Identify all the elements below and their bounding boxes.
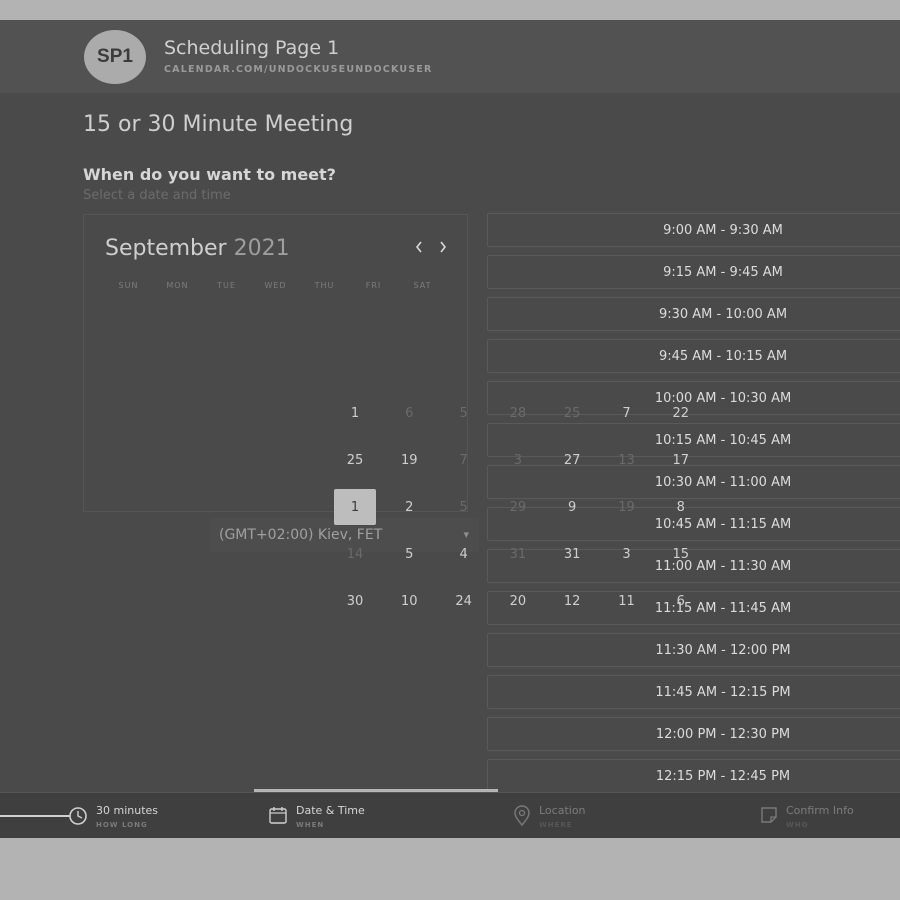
step-duration[interactable]: 30 minutes HOW LONG <box>0 793 240 838</box>
weekday-label: FRI <box>365 281 382 290</box>
calendar-day[interactable]: 12 <box>551 583 593 619</box>
time-slot-button[interactable]: 9:15 AM - 9:45 AM <box>487 255 900 289</box>
calendar-day[interactable]: 5 <box>443 395 485 431</box>
calendar-day[interactable]: 25 <box>334 442 376 478</box>
calendar-day[interactable]: 5 <box>443 489 485 525</box>
calendar-day[interactable]: 30 <box>334 583 376 619</box>
calendar-day[interactable]: 10 <box>388 583 430 619</box>
step-confirm-label: Confirm Info <box>786 804 854 817</box>
time-slot-label: 12:00 PM - 12:30 PM <box>655 727 791 742</box>
calendar-day-selected[interactable]: 1 <box>334 489 376 525</box>
calendar-day[interactable]: 3 <box>606 536 648 572</box>
step-confirm-sub: WHO <box>786 821 809 829</box>
calendar-day[interactable]: 19 <box>388 442 430 478</box>
step-duration-label: 30 minutes <box>96 804 159 817</box>
calendar-day[interactable]: 24 <box>443 583 485 619</box>
weekday-label: TUE <box>217 281 236 290</box>
time-slot-button[interactable]: 12:15 PM - 12:45 PM <box>487 759 900 793</box>
calendar-month-year: September 2021 <box>105 236 290 261</box>
weekday-label: WED <box>264 281 287 290</box>
calendar-day[interactable]: 2 <box>388 489 430 525</box>
calendar-day[interactable]: 29 <box>497 489 539 525</box>
weekday-header-row: SUN MON TUE WED THU FRI SAT <box>104 281 454 295</box>
weekday-label: SAT <box>413 281 432 290</box>
location-pin-icon <box>514 805 530 827</box>
meeting-title: 15 or 30 Minute Meeting <box>83 112 354 137</box>
step-date-time[interactable]: Date & Time WHEN <box>268 793 498 838</box>
calendar-day[interactable]: 1 <box>334 395 376 431</box>
calendar-day[interactable]: 3 <box>497 442 539 478</box>
time-slot-label: 9:30 AM - 10:00 AM <box>658 307 788 322</box>
calendar-day[interactable]: 7 <box>443 442 485 478</box>
calendar-day[interactable]: 14 <box>334 536 376 572</box>
calendar-day[interactable]: 8 <box>660 489 702 525</box>
step-confirm-info[interactable]: Confirm Info WHO <box>760 793 900 838</box>
scheduling-page-url[interactable]: CALENDAR.COM/UNDOCKUSEUNDOCKUSER <box>164 64 433 75</box>
calendar-day[interactable]: 4 <box>443 536 485 572</box>
calendar-day[interactable]: 20 <box>497 583 539 619</box>
chevron-left-icon <box>415 241 422 253</box>
weekday-label: SUN <box>118 281 139 290</box>
calendar-day[interactable]: 22 <box>660 395 702 431</box>
time-slot-button[interactable]: 9:30 AM - 10:00 AM <box>487 297 900 331</box>
calendar-year: 2021 <box>233 236 290 261</box>
time-slot-label: 12:15 PM - 12:45 PM <box>655 769 791 784</box>
time-slot-label: 11:30 AM - 12:00 PM <box>655 643 791 658</box>
calendar-day[interactable]: 27 <box>551 442 593 478</box>
calendar-day[interactable]: 11 <box>606 583 648 619</box>
time-slot-button[interactable]: 9:00 AM - 9:30 AM <box>487 213 900 247</box>
calendar-day[interactable]: 31 <box>551 536 593 572</box>
calendar-day[interactable]: 25 <box>551 395 593 431</box>
step-location[interactable]: Location WHERE <box>513 793 743 838</box>
calendar-day[interactable]: 6 <box>660 583 702 619</box>
time-slot-button[interactable]: 11:30 AM - 12:00 PM <box>487 633 900 667</box>
calendar-day[interactable]: 6 <box>388 395 430 431</box>
weekday-label: THU <box>314 281 335 290</box>
time-slot-label: 9:15 AM - 9:45 AM <box>663 265 783 280</box>
prev-month-button[interactable] <box>414 235 424 259</box>
calendar-icon <box>269 807 287 824</box>
step-date-time-label: Date & Time <box>296 804 365 817</box>
weekday-label: MON <box>166 281 189 290</box>
calendar-day[interactable]: 17 <box>660 442 702 478</box>
time-slot-button[interactable]: 9:45 AM - 10:15 AM <box>487 339 900 373</box>
time-slot-button[interactable]: 12:00 PM - 12:30 PM <box>487 717 900 751</box>
step-location-sub: WHERE <box>539 821 573 829</box>
avatar: SP1 <box>84 30 146 84</box>
note-icon <box>761 807 777 823</box>
time-slot-label: 9:45 AM - 10:15 AM <box>658 349 788 364</box>
calendar-day[interactable]: 15 <box>660 536 702 572</box>
select-date-subtext: Select a date and time <box>83 188 231 203</box>
booking-progress-bar: 30 minutes HOW LONG Date & Time WHEN Loc… <box>0 792 900 838</box>
calendar-day[interactable]: 5 <box>388 536 430 572</box>
time-slot-label: 9:00 AM - 9:30 AM <box>663 223 783 238</box>
when-question-heading: When do you want to meet? <box>83 165 336 184</box>
clock-icon <box>0 807 87 825</box>
chevron-right-icon <box>440 241 447 253</box>
calendar-day[interactable]: 19 <box>606 489 648 525</box>
calendar-day[interactable]: 28 <box>497 395 539 431</box>
step-duration-sub: HOW LONG <box>96 821 148 829</box>
time-slot-label: 11:45 AM - 12:15 PM <box>655 685 791 700</box>
time-slot-button[interactable]: 11:45 AM - 12:15 PM <box>487 675 900 709</box>
calendar-day[interactable]: 9 <box>551 489 593 525</box>
calendar-month: September <box>105 236 227 261</box>
calendar-day[interactable]: 7 <box>606 395 648 431</box>
step-date-time-sub: WHEN <box>296 821 325 829</box>
next-month-button[interactable] <box>438 235 448 259</box>
step-location-label: Location <box>539 804 586 817</box>
scheduling-page-name: Scheduling Page 1 <box>164 37 340 59</box>
calendar-day[interactable]: 31 <box>497 536 539 572</box>
page-header: SP1 Scheduling Page 1 CALENDAR.COM/UNDOC… <box>0 20 900 93</box>
calendar-day[interactable]: 13 <box>606 442 648 478</box>
